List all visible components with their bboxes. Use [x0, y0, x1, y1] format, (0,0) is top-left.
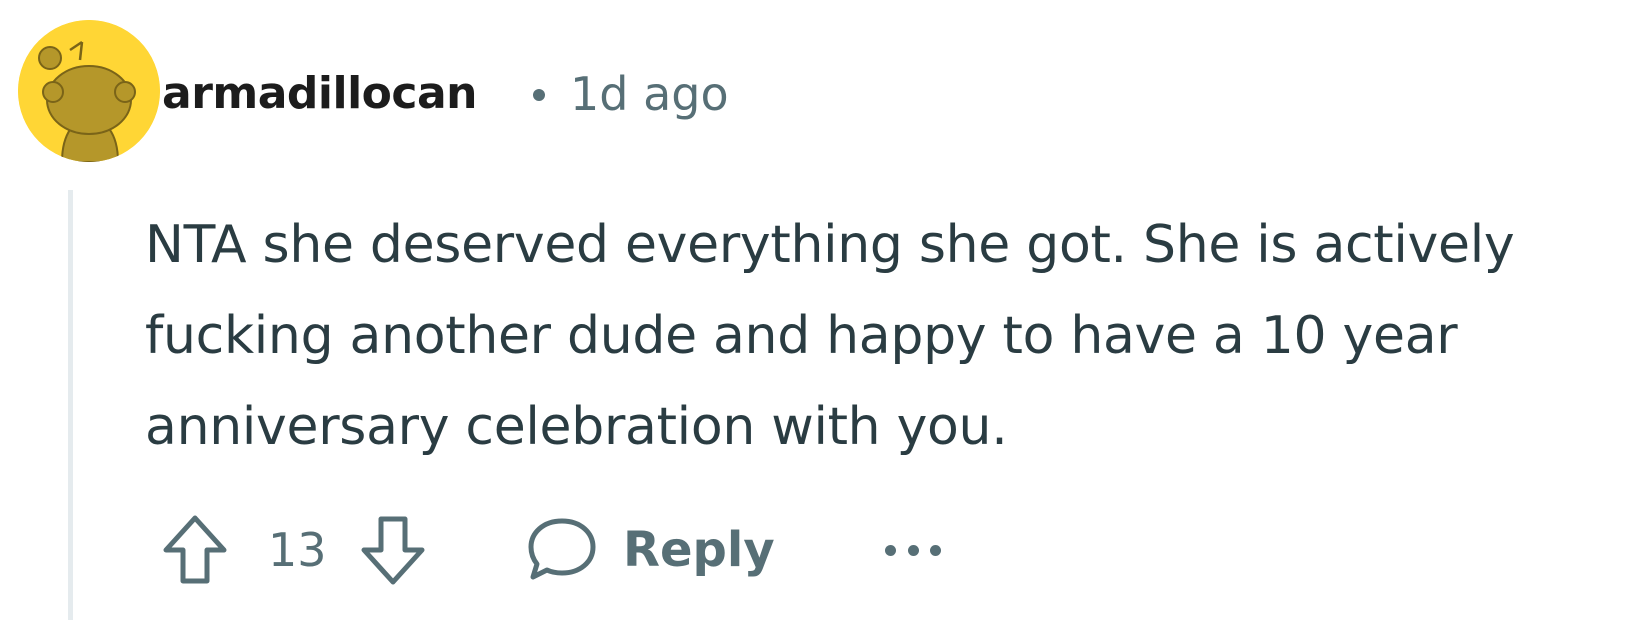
- reply-label: Reply: [623, 522, 775, 578]
- ellipsis-icon: [930, 544, 941, 556]
- more-options-button[interactable]: [885, 535, 941, 565]
- meta-separator-dot: [533, 89, 545, 101]
- comment-timestamp[interactable]: 1d ago: [570, 64, 729, 124]
- arrow-down-icon: [361, 516, 425, 585]
- arrow-up-icon: [163, 515, 227, 584]
- ellipsis-icon: [885, 544, 896, 556]
- comment-author[interactable]: armadillocan: [162, 64, 478, 124]
- speech-bubble-icon: [528, 518, 596, 580]
- vote-score: 13: [268, 523, 327, 577]
- snoo-avatar-icon: [18, 20, 160, 162]
- reply-button[interactable]: Reply: [525, 509, 775, 591]
- downvote-button[interactable]: [358, 513, 428, 587]
- comment-actions: 13 Reply: [0, 505, 1652, 595]
- avatar[interactable]: [18, 20, 160, 162]
- upvote-button[interactable]: [160, 513, 230, 587]
- comment: armadillocan 1d ago NTA she deserved eve…: [0, 0, 1652, 620]
- ellipsis-icon: [907, 544, 919, 556]
- comment-body: NTA she deserved everything she got. She…: [145, 215, 1515, 457]
